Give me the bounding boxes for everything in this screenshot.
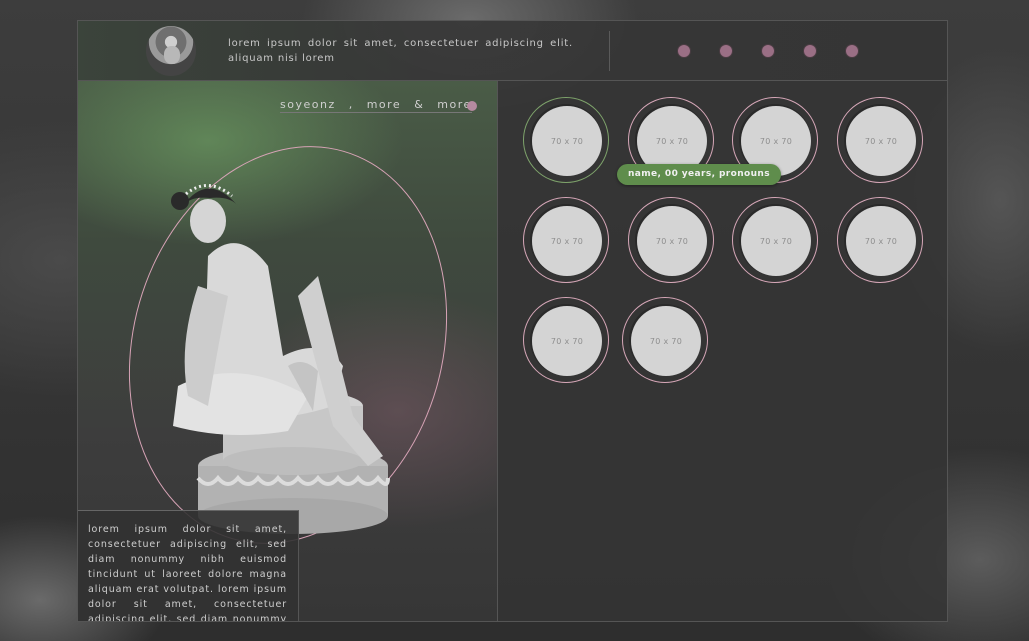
gallery-placeholder: 70 x 70 [532,206,602,276]
avatar[interactable] [146,26,196,76]
feature-panel: soyeonz , more & more lorem ipsum dolor … [78,81,498,621]
gallery-placeholder: 70 x 70 [846,106,916,176]
header-description: lorem ipsum dolor sit amet, consectetuer… [228,38,573,64]
avatar-face [164,46,180,64]
feature-portrait-image [171,184,390,534]
nav-link[interactable]: soyeonz , more & more [280,98,472,113]
nav-dot-2[interactable] [720,45,732,57]
gallery-item-9[interactable]: 70 x 70 [523,297,609,383]
gallery-placeholder: 70 x 70 [846,206,916,276]
nav-dot-5[interactable] [846,45,858,57]
gallery-item-6[interactable]: 70 x 70 [628,197,714,283]
main-panel: lorem ipsum dolor sit amet, consectetuer… [77,20,948,622]
gallery-item-4[interactable]: 70 x 70 [837,97,923,183]
gallery-item-7[interactable]: 70 x 70 [732,197,818,283]
header-bar: lorem ipsum dolor sit amet, consectetuer… [78,21,947,81]
bio-text: lorem ipsum dolor sit amet, consectetuer… [78,510,299,621]
nav-dot-4[interactable] [804,45,816,57]
gallery-placeholder: 70 x 70 [637,206,707,276]
header-divider [609,31,610,71]
nav-dot-1[interactable] [678,45,690,57]
gallery-panel: 70 x 70 70 x 70 70 x 70 70 x 70 70 x 70 … [498,81,947,621]
character-tooltip: name, 00 years, pronouns [617,164,781,185]
nav-indicator-dot [467,101,477,111]
gallery-item-5[interactable]: 70 x 70 [523,197,609,283]
gallery-placeholder: 70 x 70 [532,106,602,176]
gallery-placeholder: 70 x 70 [741,206,811,276]
gallery-item-8[interactable]: 70 x 70 [837,197,923,283]
gallery-item-1[interactable]: 70 x 70 [523,97,609,183]
gallery-placeholder: 70 x 70 [532,306,602,376]
nav-dots [678,45,858,57]
gallery-item-10[interactable]: 70 x 70 [622,297,708,383]
gallery-placeholder: 70 x 70 [631,306,701,376]
nav-dot-3[interactable] [762,45,774,57]
